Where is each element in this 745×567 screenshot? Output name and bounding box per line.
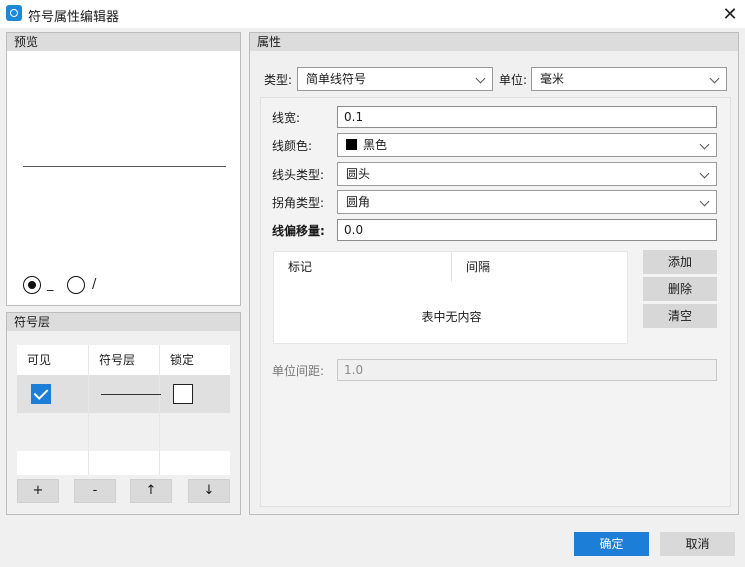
move-up-button[interactable]: ↑ (130, 479, 172, 503)
preview-line (23, 166, 226, 167)
empty-cell (89, 413, 160, 451)
symbol-layer-panel: 符号层 可见 符号层 锁定 + - ↑ ↓ (6, 312, 241, 515)
clear-marks-button[interactable]: 清空 (643, 304, 717, 328)
app-icon (6, 5, 22, 21)
empty-cell (17, 451, 89, 475)
color-select[interactable]: 黑色 (337, 133, 717, 157)
layer-line-preview (101, 394, 161, 395)
table-header: 可见 符号层 锁定 (17, 345, 230, 375)
chevron-down-icon (699, 196, 710, 207)
empty-table-message: 表中无内容 (421, 310, 482, 324)
offset-label: 线偏移量: (272, 224, 325, 238)
type-label: 类型: (264, 73, 293, 87)
table-row (17, 451, 230, 475)
add-mark-button[interactable]: 添加 (643, 250, 717, 274)
close-button[interactable]: ✕ (715, 0, 745, 28)
table-row[interactable] (17, 375, 230, 413)
width-input[interactable]: 0.1 (337, 106, 717, 128)
table-row (17, 413, 230, 451)
offset-input[interactable]: 0.0 (337, 219, 717, 241)
mark-table: 标记 间隔 表中无内容 (273, 251, 628, 344)
line-settings-panel: 线宽: 0.1 线颜色: 黑色 线头类型: 圆头 拐角类型: 圆角 线偏移量: … (260, 97, 731, 507)
radio-slash-label: / (92, 277, 97, 292)
empty-cell (17, 413, 89, 451)
column-header-visible: 可见 (17, 345, 89, 375)
type-value: 简单线符号 (306, 72, 367, 86)
visible-cell (17, 375, 89, 413)
chevron-down-icon (699, 168, 710, 179)
remove-layer-button[interactable]: - (74, 479, 116, 503)
ok-button[interactable]: 确定 (574, 532, 649, 556)
unit-value: 毫米 (540, 72, 565, 86)
close-icon: ✕ (722, 3, 738, 25)
empty-cell (89, 451, 160, 475)
properties-panel: 属性 类型: 简单线符号 单位: 毫米 线宽: 0.1 线颜色: 黑色 线头类型… (249, 32, 739, 515)
unit-label: 单位: (499, 73, 528, 87)
type-select[interactable]: 简单线符号 (297, 67, 493, 91)
cap-value: 圆头 (346, 167, 371, 181)
join-select[interactable]: 圆角 (337, 190, 717, 214)
join-label: 拐角类型: (272, 196, 325, 210)
unit-spacing-label: 单位间距: (272, 364, 325, 378)
chevron-down-icon (699, 139, 710, 150)
cancel-button[interactable]: 取消 (660, 532, 735, 556)
lock-cell (160, 375, 230, 413)
column-header-interval: 间隔 (466, 260, 491, 274)
delete-mark-button[interactable]: 删除 (643, 277, 717, 301)
properties-header: 属性 (250, 33, 738, 51)
chevron-down-icon (475, 73, 486, 84)
preview-header: 预览 (7, 33, 240, 51)
symbol-layer-table: 可见 符号层 锁定 (17, 345, 230, 475)
column-header-layer: 符号层 (89, 345, 160, 375)
column-header-lock: 锁定 (170, 353, 195, 367)
color-swatch (346, 139, 357, 150)
preview-panel: 预览 _ / (6, 32, 241, 306)
color-label: 线颜色: (272, 139, 313, 153)
title-bar: 符号属性编辑器 ✕ (0, 0, 745, 28)
visible-checkbox[interactable] (31, 384, 51, 404)
window-title: 符号属性编辑器 (28, 10, 120, 25)
move-down-button[interactable]: ↓ (188, 479, 230, 503)
cap-select[interactable]: 圆头 (337, 162, 717, 186)
width-label: 线宽: (272, 111, 301, 125)
chevron-down-icon (709, 73, 720, 84)
cap-label: 线头类型: (272, 168, 325, 182)
radio-slash[interactable] (67, 276, 85, 294)
lock-checkbox[interactable] (173, 384, 193, 404)
radio-underscore[interactable] (23, 276, 41, 294)
column-header-mark: 标记 (274, 252, 452, 282)
unit-spacing-input[interactable]: 1.0 (337, 359, 717, 381)
join-value: 圆角 (346, 195, 371, 209)
unit-select[interactable]: 毫米 (531, 67, 727, 91)
symbol-layer-header: 符号层 (7, 313, 240, 331)
color-value: 黑色 (363, 138, 388, 152)
layer-cell (89, 375, 161, 413)
radio-underscore-label: _ (47, 277, 54, 292)
add-layer-button[interactable]: + (17, 479, 59, 503)
